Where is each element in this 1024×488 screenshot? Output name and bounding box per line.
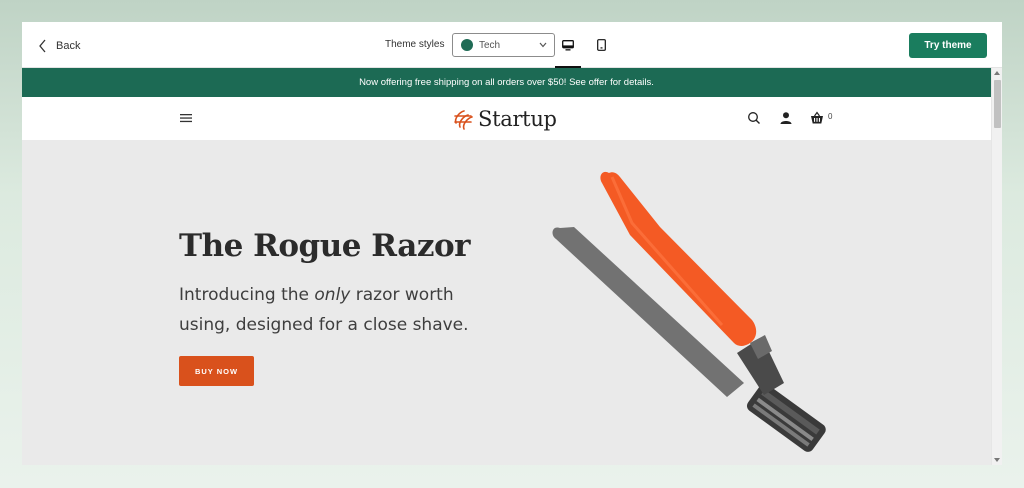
startup-logo-icon: [454, 110, 473, 130]
desktop-icon: [562, 39, 574, 50]
try-theme-button[interactable]: Try theme: [909, 33, 987, 58]
store-preview: Now offering free shipping on all orders…: [22, 68, 991, 465]
back-label: Back: [56, 40, 81, 52]
menu-icon[interactable]: [180, 113, 192, 123]
razor-product-image: [552, 171, 826, 452]
scroll-down-arrow-icon[interactable]: [994, 458, 1000, 462]
hero-title: The Rogue Razor: [179, 228, 470, 264]
top-toolbar: Back Theme styles Tech Try theme: [22, 22, 1002, 68]
announcement-bar: Now offering free shipping on all orders…: [22, 68, 991, 97]
desktop-view-button[interactable]: [555, 34, 581, 68]
hero-section: The Rogue Razor Introducing the only raz…: [22, 140, 991, 465]
cart-count: 0: [828, 112, 833, 121]
style-select-value: Tech: [479, 39, 501, 51]
chevron-down-icon: [539, 42, 547, 48]
scroll-up-arrow-icon[interactable]: [994, 71, 1000, 75]
preview-window: Back Theme styles Tech Try theme Now off…: [22, 22, 1002, 465]
store-logo-text: Startup: [478, 107, 557, 131]
mobile-view-button[interactable]: [588, 34, 614, 56]
store-header: Startup 0: [22, 97, 991, 140]
buy-now-button[interactable]: BUY NOW: [179, 356, 254, 386]
hero-subtitle: Introducing the only razor worth using, …: [179, 280, 489, 340]
account-icon[interactable]: [779, 111, 793, 125]
chevron-left-icon: [39, 39, 46, 53]
hero-subtitle-emphasis: only: [314, 285, 351, 305]
cart-icon[interactable]: [810, 111, 824, 125]
theme-style-select[interactable]: Tech: [452, 33, 555, 57]
theme-styles-label: Theme styles: [385, 39, 445, 50]
back-button[interactable]: Back: [38, 36, 80, 56]
mobile-icon: [596, 39, 606, 51]
hero-subtitle-start: Introducing the: [179, 285, 315, 305]
style-swatch: [461, 39, 473, 51]
search-icon[interactable]: [747, 111, 761, 125]
scroll-thumb[interactable]: [994, 80, 1001, 128]
store-logo[interactable]: Startup: [452, 104, 557, 134]
preview-scrollbar[interactable]: [991, 68, 1002, 465]
